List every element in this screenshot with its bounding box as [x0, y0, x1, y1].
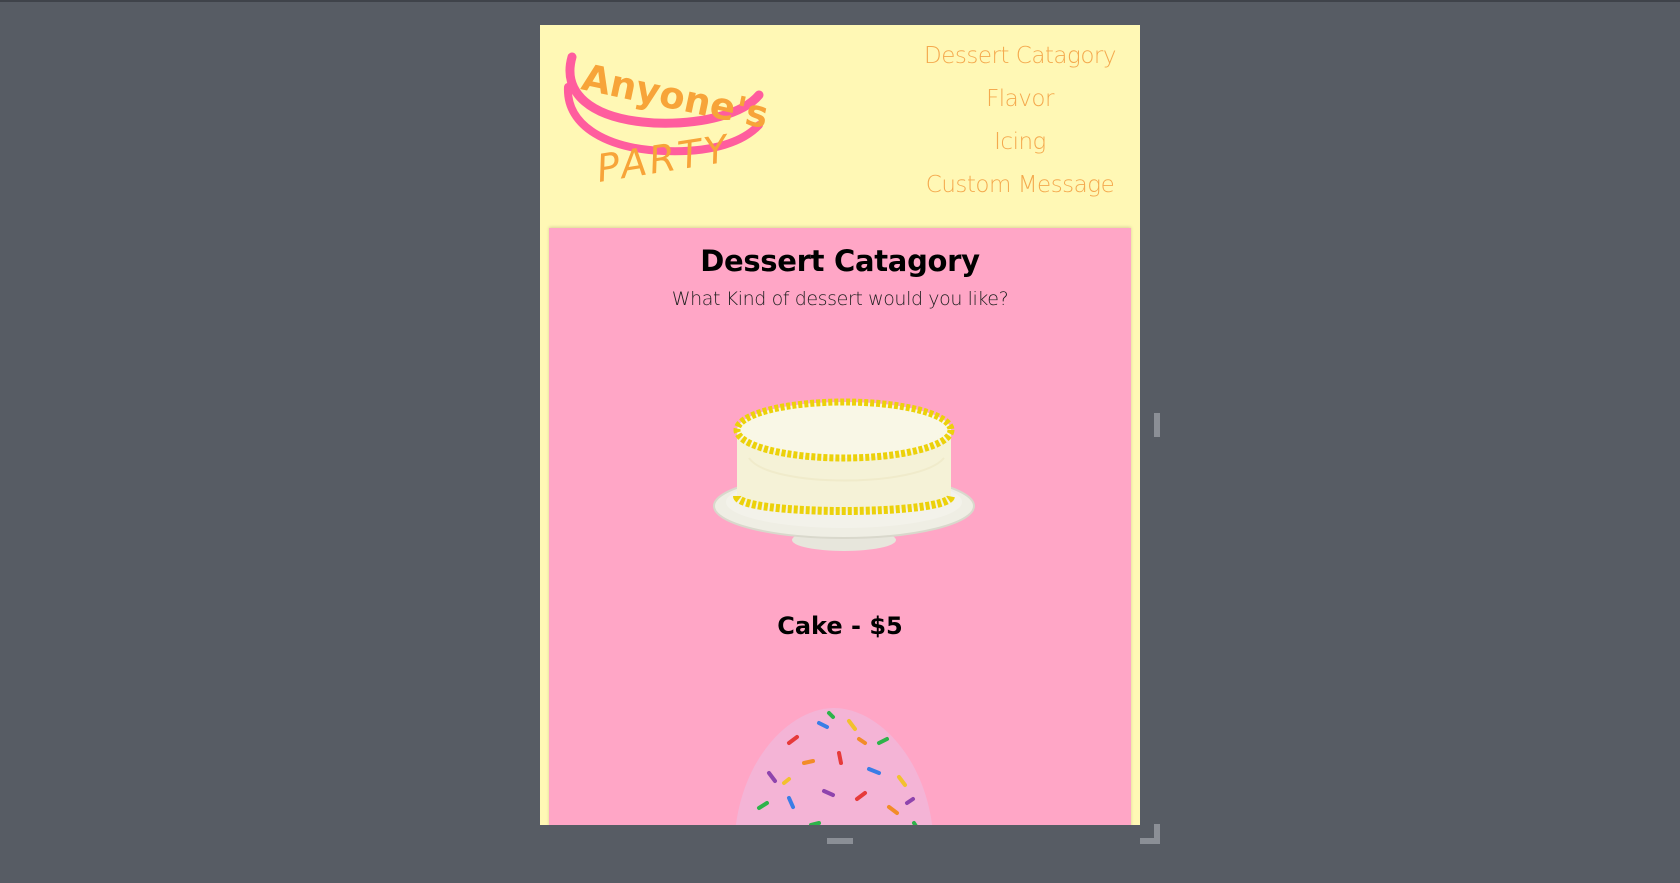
resize-handle-corner-horizontal[interactable] — [1140, 838, 1160, 844]
window-top-border — [0, 0, 1680, 2]
logo-line2: PARTY — [594, 126, 734, 191]
resize-handle-bottom[interactable] — [827, 838, 853, 844]
nav-item-icing[interactable]: Icing — [920, 121, 1120, 164]
nav-item-dessert-catagory[interactable]: Dessert Catagory — [920, 35, 1120, 78]
phone-preview: Anyone's PARTY Dessert Catagory Flavor I… — [540, 25, 1140, 825]
nav-item-custom-message[interactable]: Custom Message — [920, 164, 1120, 207]
resize-handle-right[interactable] — [1154, 413, 1160, 437]
section-subtitle: What Kind of dessert would you like? — [671, 288, 1009, 310]
dessert-category-section: Dessert Catagory What Kind of dessert wo… — [549, 228, 1131, 825]
cupcake-image[interactable] — [729, 703, 939, 825]
nav-item-flavor[interactable]: Flavor — [920, 78, 1120, 121]
cake-option-label[interactable]: Cake - $5 — [549, 612, 1131, 640]
cake-image[interactable] — [709, 378, 979, 568]
anyones-party-logo[interactable]: Anyone's PARTY — [554, 37, 784, 207]
site-header: Anyone's PARTY Dessert Catagory Flavor I… — [540, 25, 1140, 228]
section-title: Dessert Catagory — [700, 244, 980, 278]
main-nav: Dessert Catagory Flavor Icing Custom Mes… — [920, 35, 1120, 207]
